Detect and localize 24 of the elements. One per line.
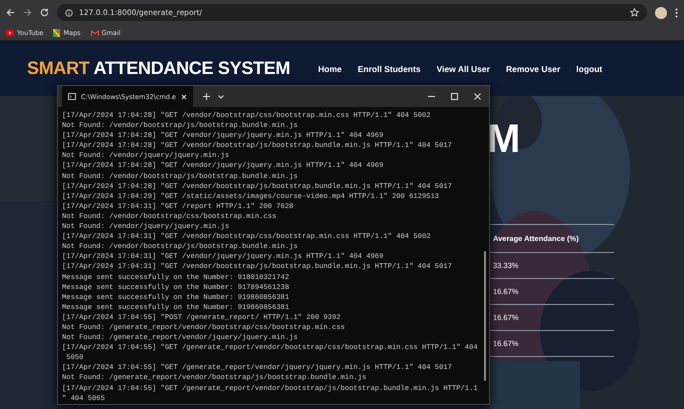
star-icon[interactable]: [630, 8, 639, 17]
scrollbar[interactable]: [484, 251, 486, 381]
terminal-icon: [68, 93, 76, 100]
close-icon[interactable]: [180, 94, 187, 100]
nav-link[interactable]: Home: [318, 64, 342, 74]
profile-avatar[interactable]: [655, 6, 667, 18]
menu-icon[interactable]: [675, 8, 678, 18]
forward-icon[interactable]: [23, 8, 32, 17]
nav-link[interactable]: View All User: [436, 64, 490, 74]
play-icon: [6, 30, 14, 36]
nav-link[interactable]: Remove User: [506, 64, 560, 74]
back-icon[interactable]: [6, 8, 15, 17]
mail-icon: [90, 30, 99, 36]
close-icon[interactable]: [474, 93, 481, 100]
site-info-icon[interactable]: [65, 8, 73, 16]
reload-icon[interactable]: [40, 8, 49, 17]
maximize-icon[interactable]: [451, 93, 458, 100]
nav-link[interactable]: logout: [576, 64, 602, 74]
hero-title: M: [487, 118, 522, 160]
brand-title: SMART ATTENDANCE SYSTEM: [27, 58, 290, 79]
map-pin-icon: [53, 28, 60, 36]
new-tab-icon[interactable]: [202, 93, 210, 100]
nav-link[interactable]: Enroll Students: [358, 64, 421, 74]
dropdown-icon[interactable]: [218, 94, 224, 98]
